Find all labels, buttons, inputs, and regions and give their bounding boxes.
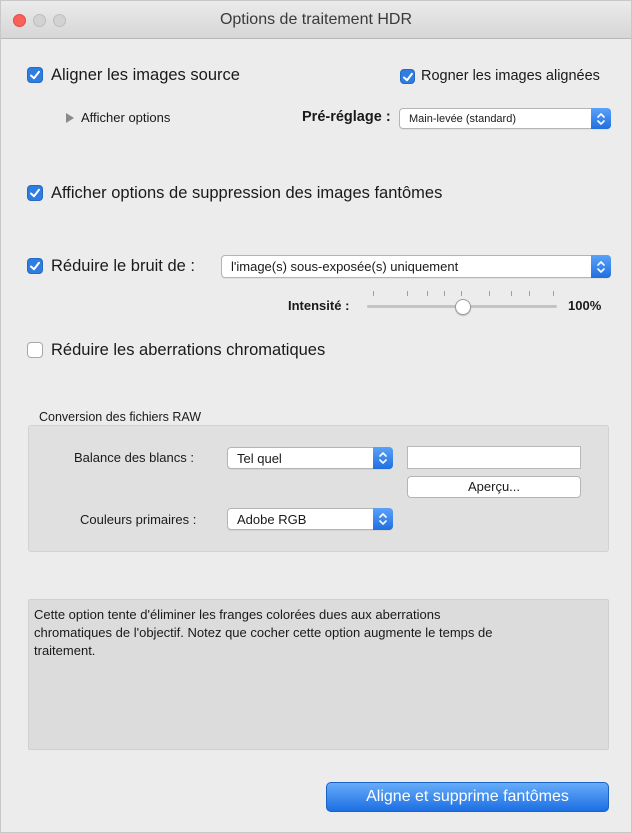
- white-balance-field[interactable]: [407, 446, 581, 469]
- crop-aligned-checkbox[interactable]: [400, 69, 415, 84]
- hdr-options-window: Options de traitement HDR Aligner les im…: [0, 0, 632, 833]
- slider-tick: [427, 291, 428, 296]
- description-line: chromatiques de l'objectif. Notez que co…: [34, 625, 493, 640]
- align-images-checkbox[interactable]: [27, 67, 43, 83]
- slider-tick: [489, 291, 490, 296]
- title-bar: Options de traitement HDR: [1, 1, 631, 39]
- updown-chevron-icon: [591, 108, 611, 129]
- align-images-label[interactable]: Aligner les images source: [51, 66, 240, 85]
- checkmark-icon: [402, 72, 413, 81]
- preset-select-value: Main-levée (standard): [409, 113, 516, 125]
- slider-knob[interactable]: [455, 299, 471, 315]
- primaries-value: Adobe RGB: [237, 512, 307, 527]
- slider-tick: [511, 291, 512, 296]
- intensity-slider[interactable]: [367, 291, 557, 317]
- description-line: traitement.: [34, 643, 96, 658]
- noise-source-value: l'image(s) sous-exposée(s) uniquement: [231, 259, 459, 274]
- noise-reduction-checkbox[interactable]: [27, 258, 43, 274]
- show-options-label[interactable]: Afficher options: [81, 110, 170, 125]
- white-balance-label: Balance des blancs :: [74, 450, 194, 465]
- chromatic-aberration-label[interactable]: Réduire les aberrations chromatiques: [51, 341, 325, 360]
- window-title: Options de traitement HDR: [219, 11, 413, 28]
- raw-section-title: Conversion des fichiers RAW: [39, 410, 202, 424]
- align-remove-ghosts-button[interactable]: Aligne et supprime fantômes: [326, 782, 609, 812]
- primaries-select[interactable]: Adobe RGB: [227, 508, 393, 530]
- updown-chevron-icon: [591, 255, 611, 278]
- updown-chevron-icon: [373, 447, 393, 469]
- disclosure-triangle-icon[interactable]: [65, 113, 74, 123]
- checkmark-icon: [30, 70, 40, 80]
- ghost-options-checkbox[interactable]: [27, 185, 43, 201]
- slider-tick: [461, 291, 462, 296]
- white-balance-value: Tel quel: [237, 451, 282, 466]
- noise-reduction-label[interactable]: Réduire le bruit de :: [51, 257, 195, 276]
- slider-tick: [444, 291, 445, 296]
- ghost-options-label[interactable]: Afficher options de suppression des imag…: [51, 184, 442, 203]
- description-box: Cette option tente d'éliminer les frange…: [28, 599, 609, 750]
- intensity-label: Intensité :: [288, 298, 350, 313]
- slider-tick: [407, 291, 408, 296]
- preset-select[interactable]: Main-levée (standard): [399, 108, 611, 129]
- chromatic-aberration-checkbox[interactable]: [27, 342, 43, 358]
- checkmark-icon: [30, 188, 40, 198]
- preset-label: Pré-réglage :: [302, 109, 391, 125]
- description-line: Cette option tente d'éliminer les frange…: [34, 607, 441, 622]
- primaries-label: Couleurs primaires :: [80, 512, 197, 527]
- checkmark-icon: [30, 261, 40, 271]
- white-balance-select[interactable]: Tel quel: [227, 447, 393, 469]
- slider-tick: [529, 291, 530, 296]
- description-text: Cette option tente d'éliminer les frange…: [34, 606, 606, 660]
- raw-panel: Balance des blancs : Tel quel Aperçu... …: [28, 425, 609, 552]
- updown-chevron-icon: [373, 508, 393, 530]
- preview-button[interactable]: Aperçu...: [407, 476, 581, 498]
- intensity-value: 100%: [568, 298, 602, 313]
- slider-tick: [373, 291, 374, 296]
- crop-aligned-label[interactable]: Rogner les images alignées: [421, 68, 600, 84]
- noise-source-select[interactable]: l'image(s) sous-exposée(s) uniquement: [221, 255, 611, 278]
- slider-tick: [553, 291, 554, 296]
